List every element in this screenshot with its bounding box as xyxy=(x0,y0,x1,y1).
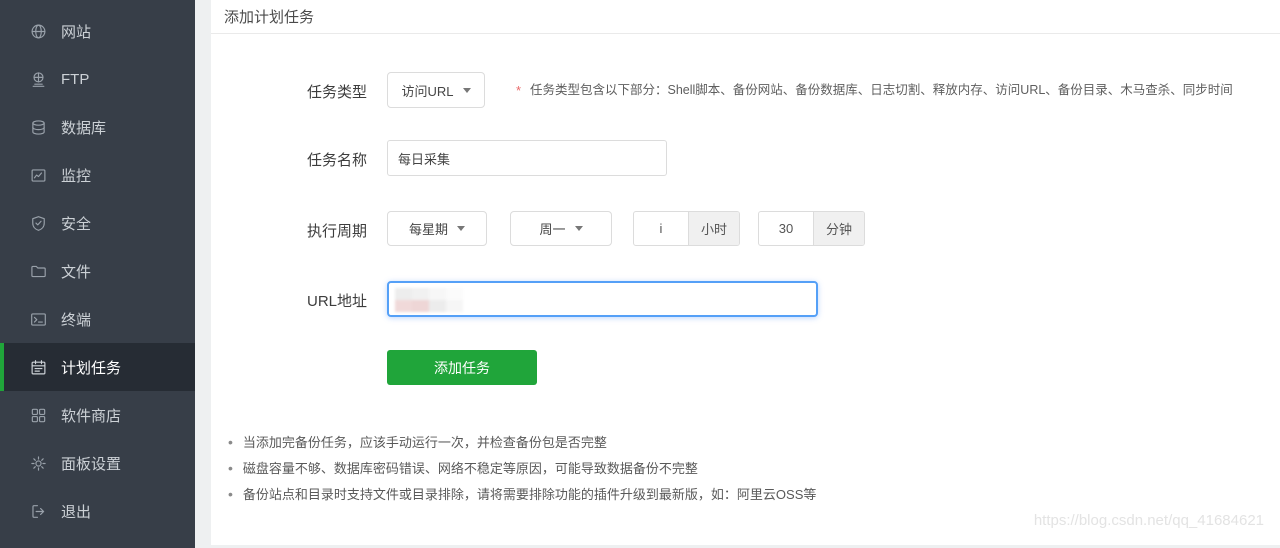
chevron-down-icon xyxy=(463,88,471,93)
task-name-value: 每日采集 xyxy=(398,149,450,168)
sidebar-item-label: FTP xyxy=(61,71,89,88)
logout-icon xyxy=(30,503,47,520)
sidebar-item-cron[interactable]: 计划任务 xyxy=(0,343,195,391)
watermark-text: https://blog.csdn.net/qq_41684621 xyxy=(1034,512,1264,529)
task-name-label: 任务名称 xyxy=(211,149,367,170)
sidebar-item-security[interactable]: 安全 xyxy=(0,199,195,247)
censored-url-blur xyxy=(395,288,463,312)
minute-input-group: 30 分钟 xyxy=(758,211,865,246)
weekday-value: 周一 xyxy=(539,219,565,238)
main-content: 添加计划任务 任务类型 访问URL * 任务类型包含以下部分：Shell脚本、备… xyxy=(211,0,1280,545)
sidebar-item-database[interactable]: 数据库 xyxy=(0,103,195,151)
hour-input[interactable]: i xyxy=(634,212,688,245)
sidebar-item-label: 计划任务 xyxy=(61,357,121,378)
grid-icon xyxy=(30,407,47,424)
sidebar-item-website[interactable]: 网站 xyxy=(0,7,195,55)
period-dropdown[interactable]: 每星期 xyxy=(387,211,487,246)
sidebar-item-appstore[interactable]: 软件商店 xyxy=(0,391,195,439)
weekday-dropdown[interactable]: 周一 xyxy=(510,211,612,246)
sidebar-item-monitor[interactable]: 监控 xyxy=(0,151,195,199)
folder-icon xyxy=(30,263,47,280)
header-divider xyxy=(211,33,1280,34)
page-title: 添加计划任务 xyxy=(224,6,314,27)
minute-unit-addon: 分钟 xyxy=(813,212,864,245)
calendar-icon xyxy=(30,359,47,376)
terminal-icon xyxy=(30,311,47,328)
shield-icon xyxy=(30,215,47,232)
notes-list: 当添加完备份任务，应该手动运行一次，并检查备份包是否完整磁盘容量不够、数据库密码… xyxy=(228,429,816,507)
bt-panel-page: 网站 FTP 数据库监控安全文件终端计划任务软件商店面板设置退出 添加计划任务 任务… xyxy=(0,0,1280,548)
sidebar-item-ftp[interactable]: FTP xyxy=(0,55,195,103)
hour-input-group: i 小时 xyxy=(633,211,740,246)
database-icon xyxy=(30,119,47,136)
url-input[interactable] xyxy=(387,281,818,317)
globe-icon xyxy=(30,23,47,40)
task-type-value: 访问URL xyxy=(401,81,453,100)
active-indicator xyxy=(0,343,4,391)
hour-unit-addon: 小时 xyxy=(688,212,739,245)
task-type-dropdown[interactable]: 访问URL xyxy=(387,72,485,108)
sidebar-item-label: 数据库 xyxy=(61,117,106,138)
note-item: 磁盘容量不够、数据库密码错误、网络不稳定等原因，可能导致数据备份不完整 xyxy=(228,455,816,481)
sidebar-item-label: 终端 xyxy=(61,309,91,330)
sidebar-item-terminal[interactable]: 终端 xyxy=(0,295,195,343)
monitor-icon xyxy=(30,167,47,184)
schedule-label: 执行周期 xyxy=(211,220,367,241)
active-indicator xyxy=(0,55,4,103)
ftp-icon xyxy=(30,71,47,88)
task-type-hint: 任务类型包含以下部分：Shell脚本、备份网站、备份数据库、日志切割、释放内存、… xyxy=(530,72,1233,108)
active-indicator xyxy=(0,7,4,55)
gear-icon xyxy=(30,455,47,472)
note-item: 当添加完备份任务，应该手动运行一次，并检查备份包是否完整 xyxy=(228,429,816,455)
sidebar-item-files[interactable]: 文件 xyxy=(0,247,195,295)
required-mark: * xyxy=(516,83,521,98)
url-label: URL地址 xyxy=(211,290,367,311)
period-value: 每星期 xyxy=(409,219,448,238)
sidebar-item-label: 文件 xyxy=(61,261,91,282)
active-indicator xyxy=(0,247,4,295)
sidebar-item-label: 退出 xyxy=(61,501,91,522)
sidebar-item-label: 网站 xyxy=(61,21,91,42)
active-indicator xyxy=(0,439,4,487)
task-name-input[interactable]: 每日采集 xyxy=(387,140,667,176)
active-indicator xyxy=(0,103,4,151)
active-indicator xyxy=(0,151,4,199)
chevron-down-icon xyxy=(575,226,583,231)
note-item: 备份站点和目录时支持文件或目录排除，请将需要排除功能的插件升级到最新版，如：阿里… xyxy=(228,481,816,507)
sidebar-item-label: 面板设置 xyxy=(61,453,121,474)
sidebar-item-logout[interactable]: 退出 xyxy=(0,487,195,535)
minute-input[interactable]: 30 xyxy=(759,212,813,245)
active-indicator xyxy=(0,391,4,439)
add-task-button[interactable]: 添加任务 xyxy=(387,350,537,385)
sidebar-item-label: 安全 xyxy=(61,213,91,234)
sidebar-item-label: 软件商店 xyxy=(61,405,121,426)
chevron-down-icon xyxy=(457,226,465,231)
sidebar: 网站 FTP 数据库监控安全文件终端计划任务软件商店面板设置退出 xyxy=(0,0,195,548)
active-indicator xyxy=(0,199,4,247)
active-indicator xyxy=(0,295,4,343)
sidebar-item-settings[interactable]: 面板设置 xyxy=(0,439,195,487)
task-type-label: 任务类型 xyxy=(211,81,367,102)
sidebar-item-label: 监控 xyxy=(61,165,91,186)
sidebar-menu: 网站 FTP 数据库监控安全文件终端计划任务软件商店面板设置退出 xyxy=(0,0,195,535)
active-indicator xyxy=(0,487,4,535)
